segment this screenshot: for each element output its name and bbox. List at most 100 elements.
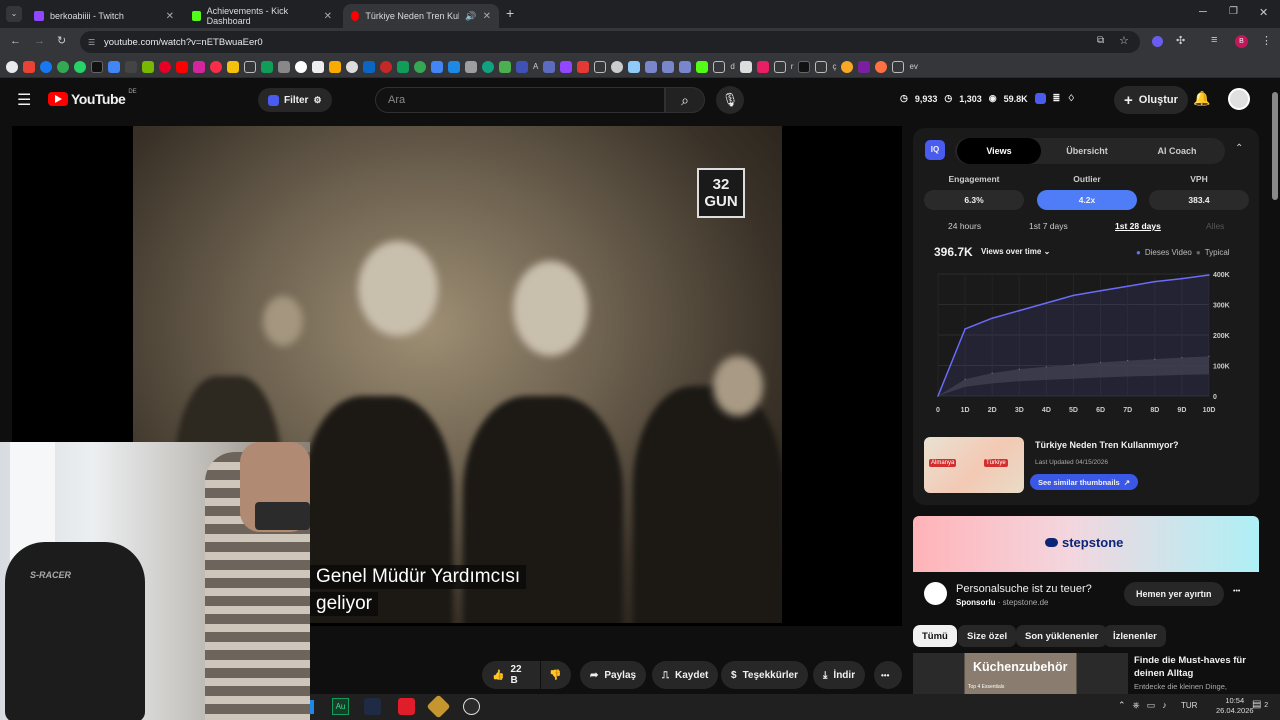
bookmark-label[interactable]: ç [832, 62, 836, 71]
bookmark-fox-icon[interactable] [875, 60, 888, 73]
tray-icons[interactable]: ⌃ ⎈ ▭ ♪ [1118, 700, 1167, 711]
youtube-logo[interactable]: YouTube DE [48, 89, 137, 107]
bookmark-drop-icon[interactable] [57, 60, 69, 73]
bookmark-red-icon[interactable] [380, 60, 392, 73]
bookmark-x-icon[interactable] [91, 60, 103, 73]
bookmark-folder3-icon[interactable] [713, 60, 726, 73]
bookmark-gmail-icon[interactable] [23, 60, 35, 73]
ad-banner[interactable]: stepstone [913, 516, 1259, 572]
tab-views[interactable]: Views [957, 138, 1041, 164]
bookmark-doc3-icon[interactable] [645, 60, 658, 73]
tray-chevron-icon[interactable]: ⌃ [1118, 700, 1126, 711]
range-7d[interactable]: 1st 7 days [1029, 221, 1068, 231]
bookmark-star-icon[interactable] [628, 60, 641, 73]
bookmark-folder6-icon[interactable] [892, 60, 905, 73]
filter-button[interactable]: Filter ⚙ [258, 88, 332, 112]
bookmark-folder-icon[interactable] [244, 60, 256, 73]
voice-search-button[interactable]: 🎙 [716, 86, 744, 114]
range-all[interactable]: Alles [1206, 221, 1224, 231]
bookmark-arrow-icon[interactable] [125, 60, 137, 73]
taskbar-acrobat-icon[interactable] [398, 698, 415, 715]
bookmark-folder5-icon[interactable] [815, 60, 828, 73]
bookmark-leaf-icon[interactable] [499, 60, 511, 73]
speaker-icon[interactable]: 🔊 [465, 11, 476, 22]
bookmark-puzzle-icon[interactable] [278, 60, 290, 73]
tray-network-icon[interactable]: ▭ [1147, 700, 1156, 711]
page-scrollbar-thumb[interactable] [1272, 92, 1278, 200]
tab-twitch[interactable]: berkoabiiii - Twitch ✕ [26, 4, 182, 28]
bookmark-notes-icon[interactable] [227, 60, 239, 73]
tray-volume-icon[interactable]: ♪ [1162, 700, 1167, 711]
forward-icon[interactable]: → [34, 35, 45, 47]
create-button[interactable]: + Oluştur [1114, 86, 1188, 114]
ad-more-button[interactable]: ••• [1233, 588, 1240, 595]
keyboard-language[interactable]: TUR [1181, 701, 1197, 710]
taskbar-audition-icon[interactable]: Au [332, 698, 349, 715]
range-28d[interactable]: 1st 28 days [1115, 221, 1161, 231]
bookmark-instagram-icon[interactable] [193, 60, 205, 73]
search-button[interactable]: ⌕ [665, 87, 705, 113]
bookmark-linkedin-icon[interactable] [363, 60, 375, 73]
minimize-icon[interactable]: ─ [1199, 6, 1207, 18]
share-button[interactable]: ➦ Paylaş [580, 661, 647, 689]
tab-kick[interactable]: Achievements - Kick Dashboard ✕ [184, 4, 340, 28]
account-avatar[interactable] [1228, 88, 1250, 110]
bookmark-doc5-icon[interactable] [679, 60, 692, 73]
close-tab-icon[interactable]: ✕ [166, 11, 174, 22]
bookmark-label[interactable]: A [533, 62, 538, 71]
bookmark-edit-icon[interactable] [465, 60, 477, 73]
views-over-time-dropdown[interactable]: Views over time ⌄ [981, 247, 1050, 256]
list-icon[interactable]: ≣ [1053, 93, 1061, 104]
install-icon[interactable]: ⧉ [1097, 35, 1104, 46]
bookmark-a-icon[interactable] [858, 60, 871, 73]
tab-ai-coach[interactable]: AI Coach [1133, 138, 1221, 164]
rec-title[interactable]: Finde die Must-haves für deinen Alltag [1134, 654, 1246, 680]
bookmark-drive-icon[interactable] [261, 60, 273, 73]
ad-avatar[interactable] [924, 582, 947, 605]
bookmark-sheets-icon[interactable] [397, 60, 409, 73]
thanks-button[interactable]: $ Teşekkürler [721, 661, 808, 689]
bookmark-label[interactable]: d [730, 62, 734, 71]
chip-watched[interactable]: İzlenenler [1104, 625, 1166, 647]
see-similar-button[interactable]: See similar thumbnails ↗ [1030, 474, 1138, 490]
bookmark-avatar-icon[interactable] [841, 60, 854, 73]
save-button[interactable]: ⎍ Kaydet [652, 661, 719, 689]
taskbar-edge-icon[interactable] [310, 700, 314, 714]
bookmark-twitch-icon[interactable] [560, 60, 573, 73]
ad-cta-button[interactable]: Hemen yer ayırtın [1124, 582, 1224, 606]
site-info-icon[interactable]: ☰ [88, 38, 95, 47]
bookmark-scissors-icon[interactable] [756, 60, 769, 73]
thumbnail-card[interactable]: Almanya Türkiye [924, 437, 1024, 493]
back-icon[interactable]: ← [10, 35, 21, 47]
bookmark-star-icon[interactable]: ☆ [1119, 34, 1129, 47]
bookmark-translate-icon[interactable] [108, 60, 120, 73]
new-tab-button[interactable]: + [506, 5, 514, 21]
bookmark-doc4-icon[interactable] [662, 60, 675, 73]
bulb-icon[interactable]: ♢ [1067, 93, 1075, 104]
bookmark-chrome-icon[interactable] [6, 60, 18, 73]
bookmark-youtube-icon[interactable] [176, 60, 188, 73]
bookmark-info-icon[interactable] [346, 60, 358, 73]
tab-search-button[interactable]: ⌄ [6, 6, 22, 22]
taskbar-obs-icon[interactable] [463, 698, 480, 715]
bookmark-docs-icon[interactable] [431, 60, 443, 73]
rec-thumbnail[interactable]: Küchenzubehör Top 4 Essentials [913, 653, 1128, 694]
ad-title[interactable]: Personalsuche ist zu teuer? [956, 583, 1092, 595]
bookmark-chatgpt-icon[interactable] [482, 60, 494, 73]
bookmark-facebook-icon[interactable] [40, 60, 52, 73]
bookmark-maps-icon[interactable] [414, 60, 426, 73]
bookmark-ts-icon[interactable] [739, 60, 752, 73]
bookmark-google-icon[interactable] [295, 60, 307, 73]
bookmark-label[interactable]: r [791, 62, 794, 71]
bookmark-docs2-icon[interactable] [543, 60, 556, 73]
taskbar-app-icon[interactable] [364, 698, 381, 715]
reading-list-icon[interactable]: ≡ [1211, 34, 1217, 46]
dislike-button[interactable]: 👎 [541, 661, 571, 689]
extension-icon[interactable] [1152, 36, 1163, 47]
bookmark-whatsapp-icon[interactable] [74, 60, 86, 73]
bookmark-folder2-icon[interactable] [594, 60, 607, 73]
reload-icon[interactable]: ↻ [57, 34, 66, 47]
chip-for-you[interactable]: Size özel [958, 625, 1017, 647]
bookmark-files-icon[interactable] [329, 60, 341, 73]
range-24h[interactable]: 24 hours [948, 221, 981, 231]
